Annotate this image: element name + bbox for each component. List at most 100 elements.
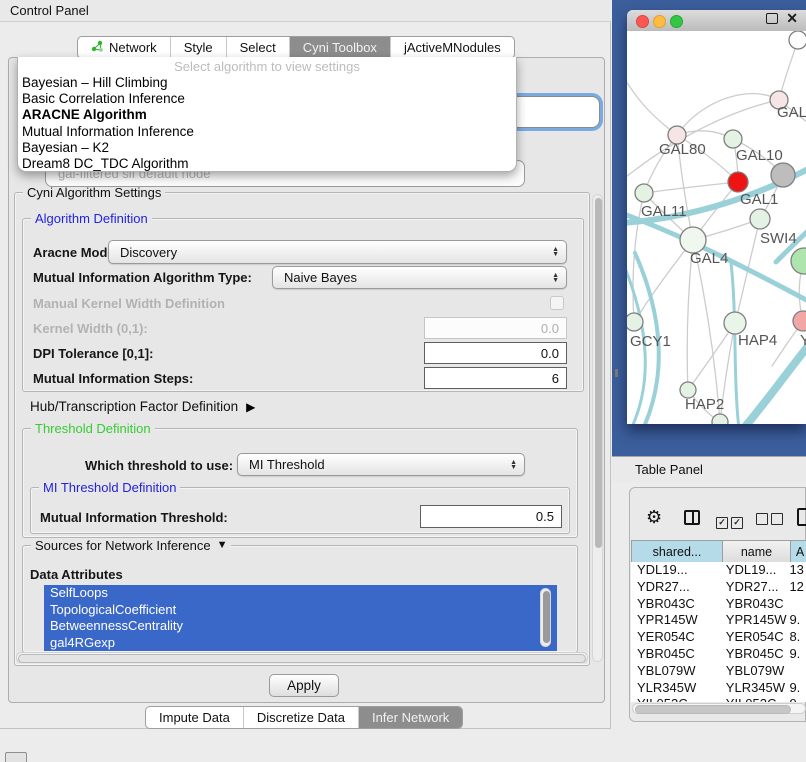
tab-label: Discretize Data — [257, 710, 345, 725]
table-cell: YER054C — [720, 629, 788, 646]
column-header-a[interactable]: A — [791, 540, 806, 564]
close-traffic-light[interactable] — [636, 15, 649, 28]
network-edge[interactable] — [644, 182, 738, 193]
mi-steps-field[interactable]: 6 — [424, 367, 567, 389]
network-node[interactable] — [789, 31, 806, 49]
network-graph[interactable]: GALGAL80GAL10GAL1GAL11SWI4GAL4GCY1HAP4YH… — [627, 31, 806, 424]
split-columns-icon[interactable] — [684, 510, 700, 525]
network-node-gal1[interactable] — [728, 172, 748, 192]
sources-title: Sources for Network Inference — [35, 538, 211, 553]
mi-type-label: Mutual Information Algorithm Type: — [33, 270, 252, 285]
tab-cyni-toolbox[interactable]: Cyni Toolbox — [290, 37, 391, 58]
minimize-traffic-light[interactable] — [653, 15, 666, 28]
tab-select[interactable]: Select — [227, 37, 290, 58]
panel-divider-grip[interactable] — [615, 369, 618, 377]
tab-label: Network — [109, 40, 157, 55]
network-node-gal11[interactable] — [635, 184, 653, 202]
network-node[interactable] — [771, 163, 795, 187]
algorithm-option-dream8-dc-tdc-algorithm[interactable]: Dream8 DC_TDC Algorithm — [18, 156, 516, 172]
column-header-shared[interactable]: shared... — [631, 540, 723, 564]
expand-right-icon[interactable]: ▶ — [246, 400, 255, 414]
popup-item-list: Bayesian – Hill ClimbingBasic Correlatio… — [18, 75, 516, 172]
settings-vertical-scrollbar[interactable] — [592, 194, 603, 662]
algorithm-option-bayesian-hill-climbing[interactable]: Bayesian – Hill Climbing — [18, 75, 516, 91]
table-row[interactable]: YBR043CYBR043C — [631, 596, 806, 613]
network-node[interactable] — [712, 414, 728, 424]
network-node-gal10[interactable] — [724, 130, 742, 148]
manual-kernel-checkbox[interactable] — [550, 296, 564, 310]
table-row[interactable]: YDR27...YDR27...12 — [631, 579, 806, 596]
deselect-all-icon[interactable] — [756, 512, 786, 530]
network-node-gcy1[interactable] — [627, 313, 643, 331]
table-row[interactable]: YIL052CYIL052C9 — [631, 696, 806, 702]
attributes-scrollbar[interactable] — [540, 588, 551, 647]
network-canvas[interactable]: GALGAL80GAL10GAL1GAL11SWI4GAL4GCY1HAP4YH… — [627, 31, 806, 424]
table-cell: 12 — [787, 579, 806, 596]
collapsed-panel-icon[interactable] — [5, 752, 27, 762]
table-horizontal-scrollbar[interactable] — [632, 703, 806, 714]
table-cell: YDL19... — [720, 562, 788, 579]
table-cell: 13 — [787, 562, 806, 579]
network-edge[interactable] — [677, 94, 779, 135]
network-window-titlebar[interactable] — [627, 10, 806, 32]
network-edge[interactable] — [627, 76, 677, 135]
attribute-item-selfloops[interactable]: SelfLoops — [44, 585, 557, 602]
algorithm-option-basic-correlation-inference[interactable]: Basic Correlation Inference — [18, 91, 516, 107]
table-row[interactable]: YER054CYER054C8. — [631, 629, 806, 646]
network-window[interactable]: GALGAL80GAL10GAL1GAL11SWI4GAL4GCY1HAP4YH… — [627, 10, 806, 424]
close-icon[interactable]: ✕ — [786, 10, 798, 27]
tab-jactivemnodules[interactable]: jActiveMNodules — [391, 37, 514, 58]
tab-style[interactable]: Style — [171, 37, 227, 58]
select-all-icon[interactable]: ✓✓ — [716, 512, 746, 530]
column-header-name[interactable]: name — [723, 540, 791, 564]
network-edge[interactable] — [634, 240, 693, 322]
aracne-mode-select[interactable]: Discovery ▲▼ — [108, 240, 567, 264]
mi-type-select[interactable]: Naive Bayes ▲▼ — [272, 266, 567, 289]
kernel-width-field[interactable]: 0.0 — [424, 317, 567, 339]
collapse-down-icon[interactable]: ▼ — [217, 538, 228, 553]
algorithm-option-bayesian-k2[interactable]: Bayesian – K2 — [18, 140, 516, 156]
mi-type-value: Naive Bayes — [284, 270, 357, 285]
algorithm-option-mutual-information-inference[interactable]: Mutual Information Inference — [18, 124, 516, 140]
tab-infer-network[interactable]: Infer Network — [359, 707, 462, 728]
table-row[interactable]: YPR145WYPR145W9. — [631, 612, 806, 629]
zoom-traffic-light[interactable] — [670, 15, 683, 28]
network-edge[interactable] — [688, 323, 735, 390]
mi-threshold-field[interactable]: 0.5 — [420, 505, 562, 528]
stepper-arrows-icon: ▲▼ — [552, 273, 559, 283]
algorithm-popup: Select algorithm to view settings Bayesi… — [17, 57, 517, 172]
sources-title-row[interactable]: Sources for Network Inference ▼ — [31, 538, 231, 553]
which-threshold-select[interactable]: MI Threshold ▲▼ — [237, 453, 525, 476]
attribute-item-gal4rgexp[interactable]: gal4RGexp — [44, 635, 557, 652]
dpi-tolerance-field[interactable]: 0.0 — [424, 342, 567, 364]
table-row[interactable]: YDL19...YDL19...13 — [631, 562, 806, 579]
settings-horizontal-scrollbar[interactable] — [16, 652, 588, 663]
tab-impute-data[interactable]: Impute Data — [146, 707, 244, 728]
network-node-y[interactable] — [793, 311, 806, 331]
gear-icon[interactable]: ⚙ — [646, 508, 662, 528]
top-tab-bar: Network StyleSelectCyni ToolboxjActiveMNo… — [77, 36, 515, 59]
hub-definition-row[interactable]: Hub/Transcription Factor Definition ▶ — [30, 399, 255, 414]
tab-discretize-data[interactable]: Discretize Data — [244, 707, 359, 728]
network-node-hap4[interactable] — [724, 312, 746, 334]
node-label-gcy1: GCY1 — [630, 333, 671, 350]
tab-network[interactable]: Network — [78, 37, 171, 58]
float-window-icon[interactable] — [766, 13, 778, 24]
attribute-item-topologicalcoefficient[interactable]: TopologicalCoefficient — [44, 602, 557, 619]
table-row[interactable]: YBR045CYBR045C9. — [631, 646, 806, 663]
node-label-gal: GAL — [777, 104, 806, 121]
data-attributes-list[interactable]: SelfLoopsTopologicalCoefficientBetweenne… — [44, 585, 557, 651]
table-row[interactable]: YBL079WYBL079W — [631, 663, 806, 680]
table-row[interactable]: YLR345WYLR345W9. — [631, 680, 806, 697]
table-cell — [787, 596, 806, 613]
network-node[interactable] — [791, 248, 806, 274]
algorithm-option-aracne-algorithm[interactable]: ARACNE Algorithm — [18, 107, 516, 123]
network-node-swi4[interactable] — [750, 209, 770, 229]
network-edge-highlighted[interactable] — [743, 341, 806, 424]
attribute-item-betweennesscentrality[interactable]: BetweennessCentrality — [44, 618, 557, 635]
table-cell: YBR045C — [720, 646, 788, 663]
document-icon[interactable] — [797, 508, 806, 526]
network-edge[interactable] — [693, 240, 720, 422]
apply-button[interactable]: Apply — [269, 674, 339, 697]
dpi-tolerance-label: DPI Tolerance [0,1]: — [33, 346, 153, 361]
